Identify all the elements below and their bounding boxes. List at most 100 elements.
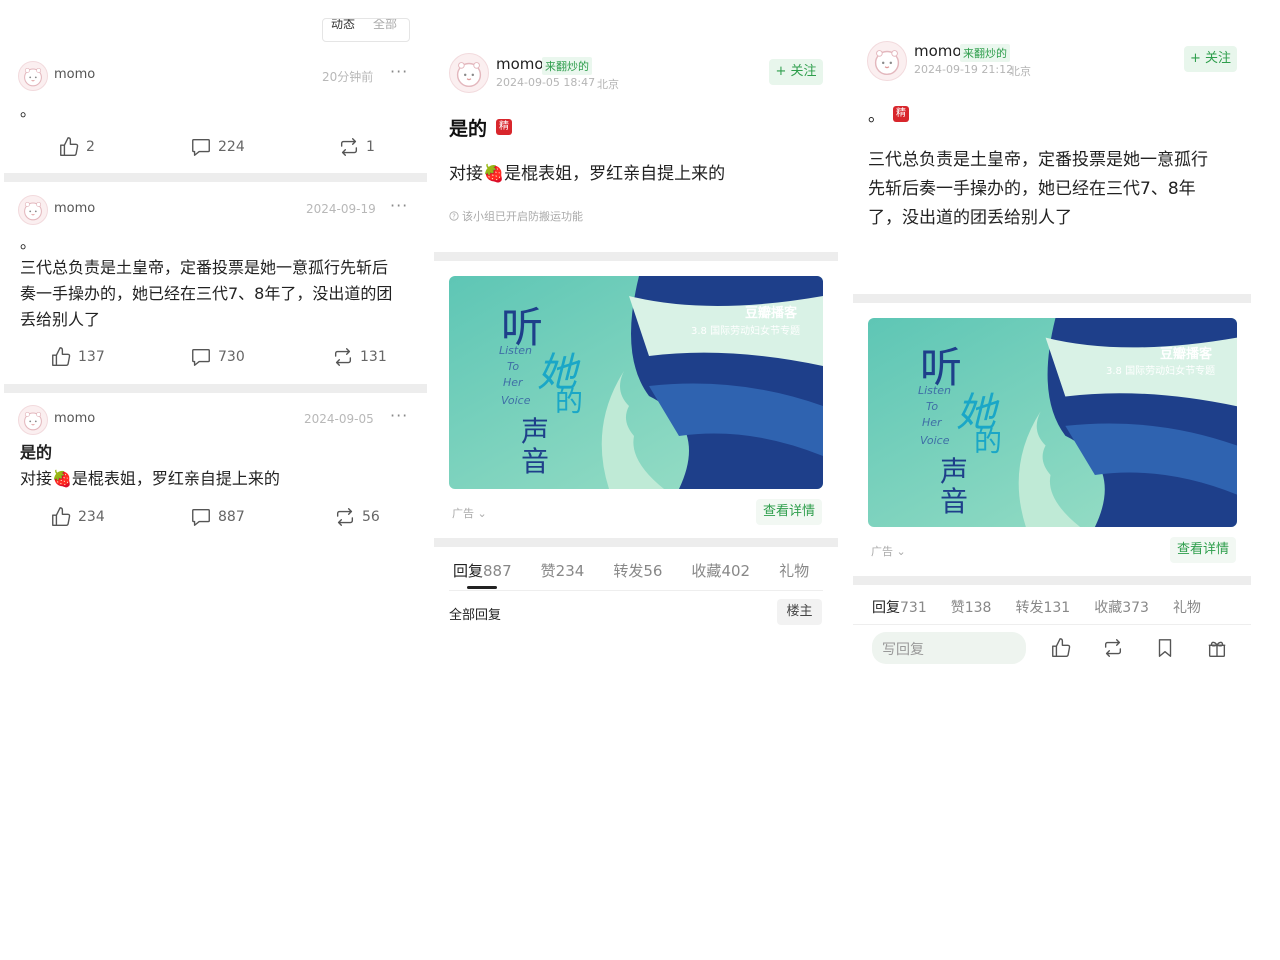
- banner-brand: 豆瓣播客: [1160, 347, 1213, 362]
- post-time: 2024-09-19 21:12: [914, 63, 1014, 76]
- username[interactable]: momo: [914, 42, 962, 60]
- featured-badge: 精: [893, 106, 909, 122]
- tab-reply[interactable]: 回复731: [872, 597, 927, 617]
- post-text: 。: [20, 101, 37, 120]
- comment-count: 887: [218, 509, 245, 525]
- tab-quanbu[interactable]: 全部: [373, 19, 397, 32]
- repost-count: 1: [366, 139, 375, 155]
- post-text-line: 三代总负责是土皇帝，定番投票是她一意孤行先斩后: [20, 258, 389, 277]
- user-badge: 来翻炒的: [960, 44, 1010, 62]
- tab-repost[interactable]: 转发56: [613, 560, 662, 581]
- view-details-button[interactable]: 查看详情: [1170, 537, 1236, 563]
- banner-char-yin: 音: [521, 445, 550, 478]
- tab-like[interactable]: 赞138: [951, 597, 992, 617]
- comment-button[interactable]: 887: [190, 506, 245, 528]
- like-count: 234: [78, 509, 105, 525]
- post-title: 是的: [449, 118, 488, 140]
- like-button[interactable]: 137: [50, 346, 105, 368]
- repost-button[interactable]: 1: [338, 136, 375, 158]
- ad-label[interactable]: 广告 ⌄: [452, 505, 487, 521]
- view-details-button[interactable]: 查看详情: [756, 499, 822, 525]
- reply-placeholder: 写回复: [882, 642, 924, 658]
- follow-button[interactable]: + 关注: [769, 59, 823, 85]
- banner-subtitle: 3.8 国际劳动妇女节专题: [1106, 366, 1216, 377]
- more-options-icon[interactable]: ···: [390, 406, 408, 425]
- comment-button[interactable]: 224: [190, 136, 245, 158]
- tab-collect[interactable]: 收藏373: [1094, 597, 1149, 617]
- repost-button[interactable]: 56: [334, 506, 380, 528]
- comment-bubble-icon: [192, 138, 210, 156]
- tab-separator: [449, 590, 823, 591]
- username[interactable]: momo: [496, 55, 544, 73]
- ad-banner[interactable]: 豆瓣播客 3.8 国际劳动妇女节专题 听 她 的 声 音 Listen To H…: [449, 276, 823, 489]
- reply-input[interactable]: 写回复: [872, 632, 1026, 664]
- repost-count: 56: [362, 509, 380, 525]
- banner-en-line: Listen: [918, 384, 951, 397]
- post-text-line: 奏一手操办的，她已经在三代7、8年了，没出道的团: [20, 284, 393, 303]
- banner-char-de: 的: [974, 425, 1003, 458]
- like-button[interactable]: 2: [58, 136, 95, 158]
- post-text-line: 三代总负责是土皇帝，定番投票是她一意孤行: [868, 150, 1208, 170]
- post-text-line: 丢给别人了: [20, 310, 101, 329]
- bookmark-icon[interactable]: [1154, 637, 1176, 659]
- username[interactable]: momo: [54, 67, 95, 82]
- ad-label[interactable]: 广告 ⌄: [871, 543, 906, 559]
- like-count: 2: [86, 139, 95, 155]
- divider: [434, 538, 838, 547]
- active-tab-underline: [467, 586, 497, 589]
- avatar[interactable]: [18, 61, 48, 91]
- gift-icon[interactable]: [1206, 637, 1228, 659]
- username[interactable]: momo: [54, 201, 95, 216]
- repost-icon[interactable]: [1102, 637, 1124, 659]
- info-icon: ?: [449, 211, 459, 221]
- avatar-cartoon-icon: [456, 62, 482, 88]
- post-text-line: 。: [20, 233, 37, 252]
- divider: [4, 384, 427, 393]
- thumbs-up-icon: [60, 137, 79, 156]
- repost-count: 131: [360, 349, 387, 365]
- divider: [853, 576, 1251, 585]
- divider: [853, 294, 1251, 303]
- top-tab-switch[interactable]: 动态 全部: [322, 18, 410, 42]
- tab-dongtai[interactable]: 动态: [331, 19, 355, 32]
- tab-gift[interactable]: 礼物: [779, 560, 809, 581]
- comment-button[interactable]: 730: [190, 346, 245, 368]
- banner-en-line: To: [926, 400, 939, 413]
- repost-button[interactable]: 131: [332, 346, 387, 368]
- all-replies-label: 全部回复: [449, 608, 502, 623]
- tab-reply[interactable]: 回复887: [453, 560, 512, 581]
- thumbs-up-icon: [52, 347, 71, 366]
- more-options-icon[interactable]: ···: [390, 196, 408, 215]
- more-options-icon[interactable]: ···: [390, 62, 408, 81]
- repost-icon: [340, 138, 358, 156]
- tab-repost[interactable]: 转发131: [1015, 597, 1070, 617]
- ad-banner[interactable]: 豆瓣播客 3.8 国际劳动妇女节专题 听 她 的 声 音 Listen To H…: [868, 318, 1237, 527]
- banner-en-line: Voice: [501, 394, 531, 407]
- post-time: 20分钟前: [322, 70, 374, 84]
- avatar[interactable]: [18, 405, 48, 435]
- post-time: 2024-09-05 18:47: [496, 76, 596, 89]
- banner-en-line: Her: [503, 376, 523, 389]
- post-text-line: 。: [868, 106, 885, 126]
- follow-button[interactable]: + 关注: [1184, 46, 1237, 72]
- comment-bubble-icon: [192, 348, 210, 366]
- like-count: 137: [78, 349, 105, 365]
- thumbs-up-icon: [52, 507, 71, 526]
- tab-separator: [853, 624, 1251, 625]
- divider: [434, 252, 838, 261]
- repost-icon: [336, 508, 354, 526]
- tab-collect[interactable]: 收藏402: [691, 560, 750, 581]
- post-text-line: 对接🍓是棍表姐，罗红亲自提上来的: [20, 469, 280, 488]
- right-tabs: 回复731 赞138 转发131 收藏373 礼物: [872, 597, 1201, 617]
- op-only-filter[interactable]: 楼主: [777, 599, 822, 625]
- avatar[interactable]: [18, 195, 48, 225]
- tab-gift[interactable]: 礼物: [1173, 597, 1201, 617]
- tab-like[interactable]: 赞234: [541, 560, 585, 581]
- divider: [4, 173, 427, 182]
- banner-brand: 豆瓣播客: [745, 306, 798, 321]
- username[interactable]: momo: [54, 411, 95, 426]
- avatar[interactable]: [449, 53, 489, 93]
- like-button[interactable]: 234: [50, 506, 105, 528]
- avatar[interactable]: [867, 41, 907, 81]
- thumbs-up-icon[interactable]: [1050, 637, 1072, 659]
